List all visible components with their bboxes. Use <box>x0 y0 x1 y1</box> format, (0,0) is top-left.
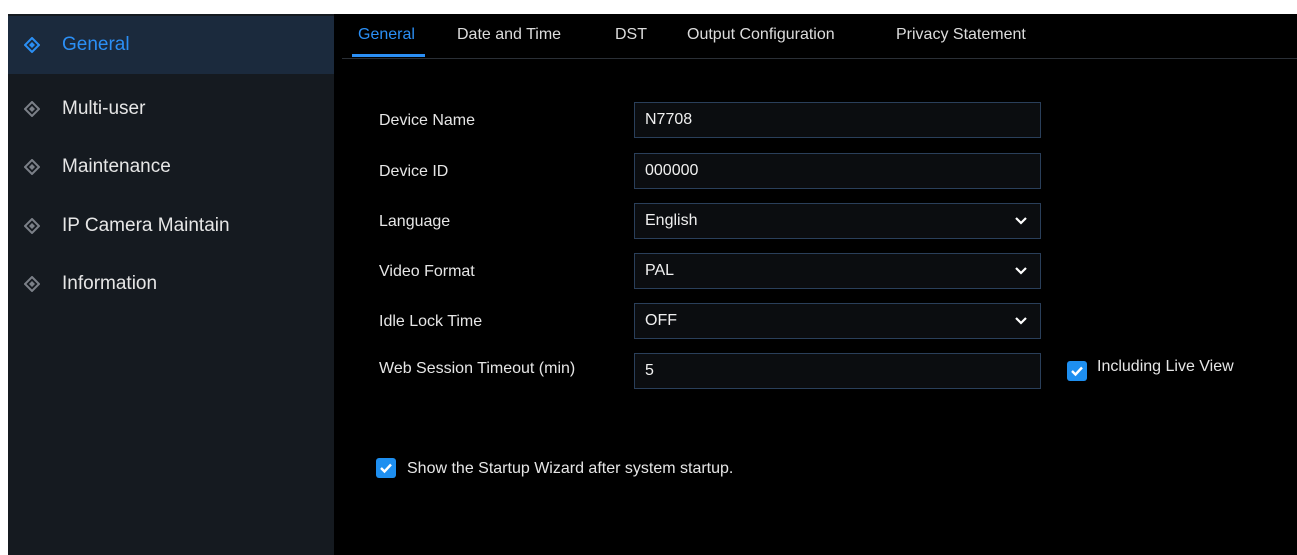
startup-wizard-label: Show the Startup Wizard after system sta… <box>407 460 734 477</box>
tab-privacy-statement[interactable]: Privacy Statement <box>896 26 1026 58</box>
tab-general[interactable]: General <box>352 26 425 58</box>
diamond-compass-icon <box>24 37 40 53</box>
sidebar-item-label: Information <box>62 273 158 294</box>
tab-bar: General Date and Time DST Output Configu… <box>342 14 1297 59</box>
idle-lock-time-value: OFF <box>645 312 677 329</box>
tab-dst[interactable]: DST <box>615 26 647 58</box>
language-label: Language <box>379 213 451 230</box>
diamond-compass-icon <box>24 276 40 292</box>
startup-wizard-checkbox[interactable] <box>376 458 396 478</box>
idle-lock-time-label: Idle Lock Time <box>379 313 483 330</box>
tab-date-and-time[interactable]: Date and Time <box>457 26 561 58</box>
tab-output-configuration[interactable]: Output Configuration <box>687 26 835 58</box>
including-live-view-checkbox[interactable] <box>1067 361 1087 381</box>
including-live-view-label: Including Live View <box>1097 358 1234 375</box>
device-id-label: Device ID <box>379 163 449 180</box>
web-session-timeout-value: 5 <box>645 362 654 379</box>
diamond-compass-icon <box>24 218 40 234</box>
sidebar: General Multi-user Maintenance IP Camera… <box>8 14 334 555</box>
video-format-select[interactable]: PAL <box>634 253 1041 289</box>
chevron-down-icon <box>1015 267 1027 275</box>
idle-lock-time-select[interactable]: OFF <box>634 303 1041 339</box>
sidebar-item-information[interactable]: Information <box>8 255 334 313</box>
settings-window: General Multi-user Maintenance IP Camera… <box>8 14 1297 555</box>
sidebar-item-label: IP Camera Maintain <box>62 215 230 236</box>
device-name-input[interactable]: N7708 <box>634 102 1041 138</box>
checkmark-icon <box>1071 366 1083 377</box>
device-name-value: N7708 <box>645 111 693 128</box>
web-session-timeout-label: Web Session Timeout (min) <box>379 360 576 377</box>
sidebar-item-multi-user[interactable]: Multi-user <box>8 80 334 138</box>
video-format-label: Video Format <box>379 263 475 280</box>
sidebar-item-label: Maintenance <box>62 156 171 177</box>
chevron-down-icon <box>1015 317 1027 325</box>
device-id-value: 000000 <box>645 162 699 179</box>
sidebar-item-ip-camera-maintain[interactable]: IP Camera Maintain <box>8 197 334 255</box>
diamond-compass-icon <box>24 101 40 117</box>
web-session-timeout-input[interactable]: 5 <box>634 353 1041 389</box>
language-value: English <box>645 212 698 229</box>
device-name-label: Device Name <box>379 112 476 129</box>
device-id-input[interactable]: 000000 <box>634 153 1041 189</box>
sidebar-item-label: General <box>62 34 130 55</box>
sidebar-item-general[interactable]: General <box>8 16 334 74</box>
diamond-compass-icon <box>24 159 40 175</box>
sidebar-item-maintenance[interactable]: Maintenance <box>8 138 334 196</box>
checkmark-icon <box>380 463 392 474</box>
sidebar-item-label: Multi-user <box>62 98 146 119</box>
chevron-down-icon <box>1015 217 1027 225</box>
video-format-value: PAL <box>645 262 675 279</box>
language-select[interactable]: English <box>634 203 1041 239</box>
